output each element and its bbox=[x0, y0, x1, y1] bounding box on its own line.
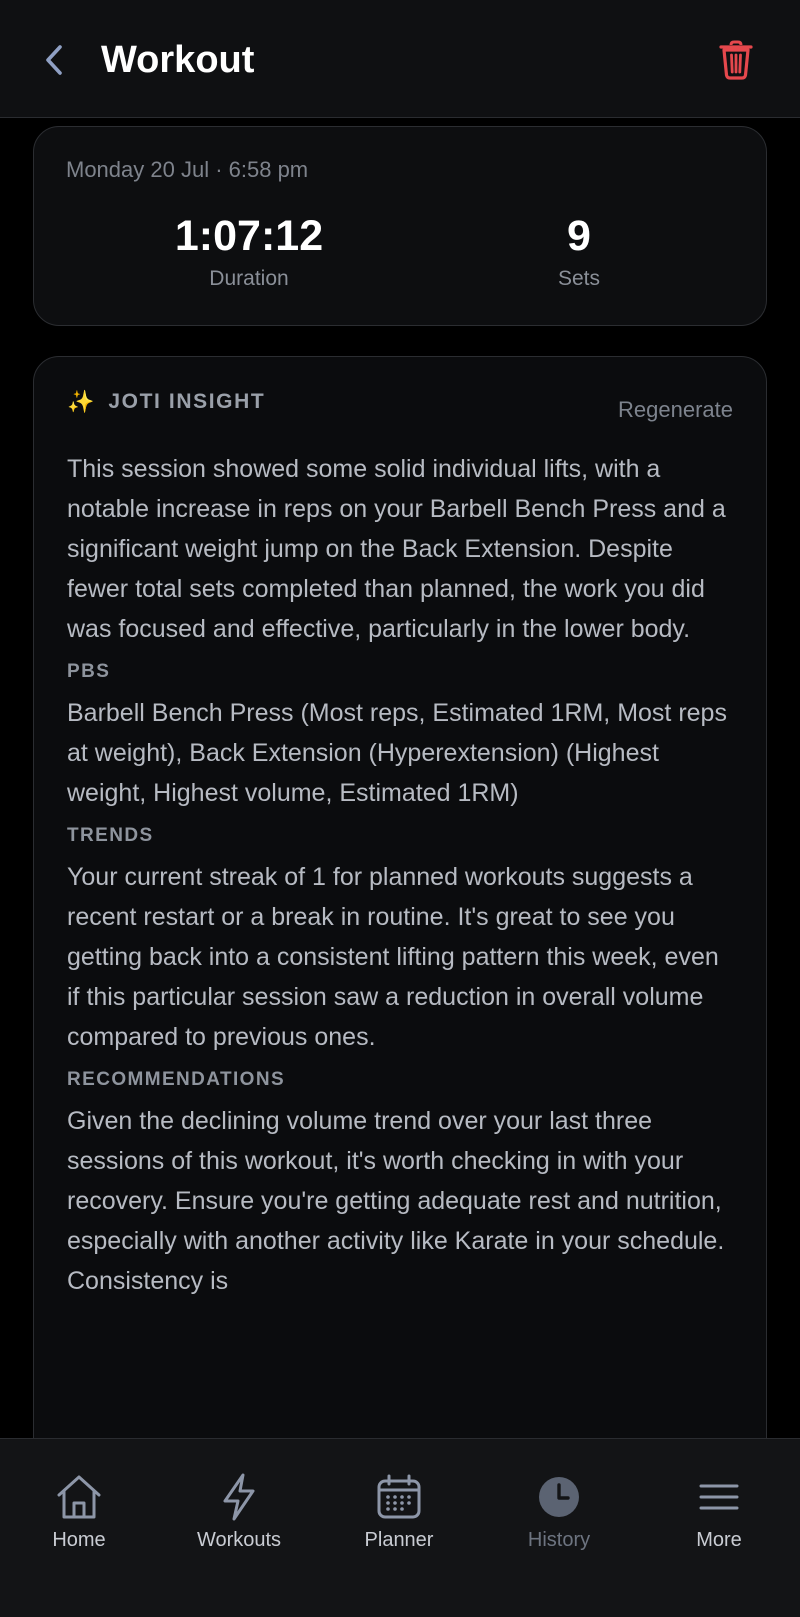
tab-workouts[interactable]: Workouts bbox=[164, 1471, 314, 1552]
home-icon bbox=[57, 1475, 101, 1519]
lightning-icon bbox=[223, 1473, 255, 1521]
tab-home[interactable]: Home bbox=[4, 1471, 154, 1552]
tab-planner-label: Planner bbox=[364, 1529, 434, 1551]
sets-label: Sets bbox=[557, 267, 601, 290]
regenerate-button[interactable]: Regenerate bbox=[618, 397, 733, 423]
workout-screen: Workout Monday 20 Jul · 6:58 pm 1:07:12 … bbox=[0, 0, 800, 1617]
tab-more-label: More bbox=[696, 1529, 742, 1551]
sets-value: 9 bbox=[567, 212, 591, 260]
bottom-tab-bar: Home Workouts Planner History More bbox=[0, 1438, 800, 1617]
insight-body: This session showed some solid individua… bbox=[67, 449, 737, 1301]
tab-workouts-label: Workouts bbox=[196, 1529, 282, 1551]
delete-workout-button[interactable] bbox=[716, 38, 756, 82]
chevron-left-icon bbox=[46, 45, 62, 75]
duration-stat: 1:07:12 Duration bbox=[134, 211, 364, 291]
calendar-icon bbox=[377, 1474, 421, 1519]
recommendations-text: Given the declining volume trend over yo… bbox=[67, 1107, 725, 1295]
insight-title: JOTI INSIGHT bbox=[108, 390, 266, 413]
sets-stat: 9 Sets bbox=[494, 211, 664, 291]
pbs-text: Barbell Bench Press (Most reps, Estimate… bbox=[67, 699, 727, 807]
back-button[interactable] bbox=[36, 38, 72, 82]
workout-date: Monday 20 Jul · 6:58 pm bbox=[66, 157, 309, 182]
tab-home-label: Home bbox=[52, 1529, 106, 1551]
insight-header: ✨ JOTI INSIGHT bbox=[67, 389, 265, 415]
sparkle-icon: ✨ bbox=[67, 389, 95, 414]
menu-icon bbox=[699, 1484, 739, 1510]
tab-more[interactable]: More bbox=[644, 1471, 794, 1552]
workout-summary-card: Monday 20 Jul · 6:58 pm 1:07:12 Duration… bbox=[33, 126, 767, 326]
trends-heading: TRENDS bbox=[67, 825, 154, 846]
duration-value: 1:07:12 bbox=[174, 212, 324, 260]
insight-summary: This session showed some solid individua… bbox=[67, 455, 726, 643]
recommendations-heading: RECOMMENDATIONS bbox=[67, 1069, 286, 1090]
trends-text: Your current streak of 1 for planned wor… bbox=[67, 863, 719, 1051]
tab-history-label: History bbox=[527, 1529, 591, 1551]
tab-history[interactable]: History bbox=[484, 1471, 634, 1552]
insight-card: ✨ JOTI INSIGHT Regenerate This session s… bbox=[33, 356, 767, 1617]
page-title: Workout bbox=[101, 39, 255, 81]
pbs-heading: PBS bbox=[67, 661, 111, 682]
tab-planner[interactable]: Planner bbox=[324, 1471, 474, 1552]
duration-label: Duration bbox=[209, 267, 289, 290]
top-bar: Workout bbox=[0, 0, 800, 118]
trash-icon bbox=[719, 40, 753, 80]
clock-icon bbox=[539, 1477, 579, 1517]
